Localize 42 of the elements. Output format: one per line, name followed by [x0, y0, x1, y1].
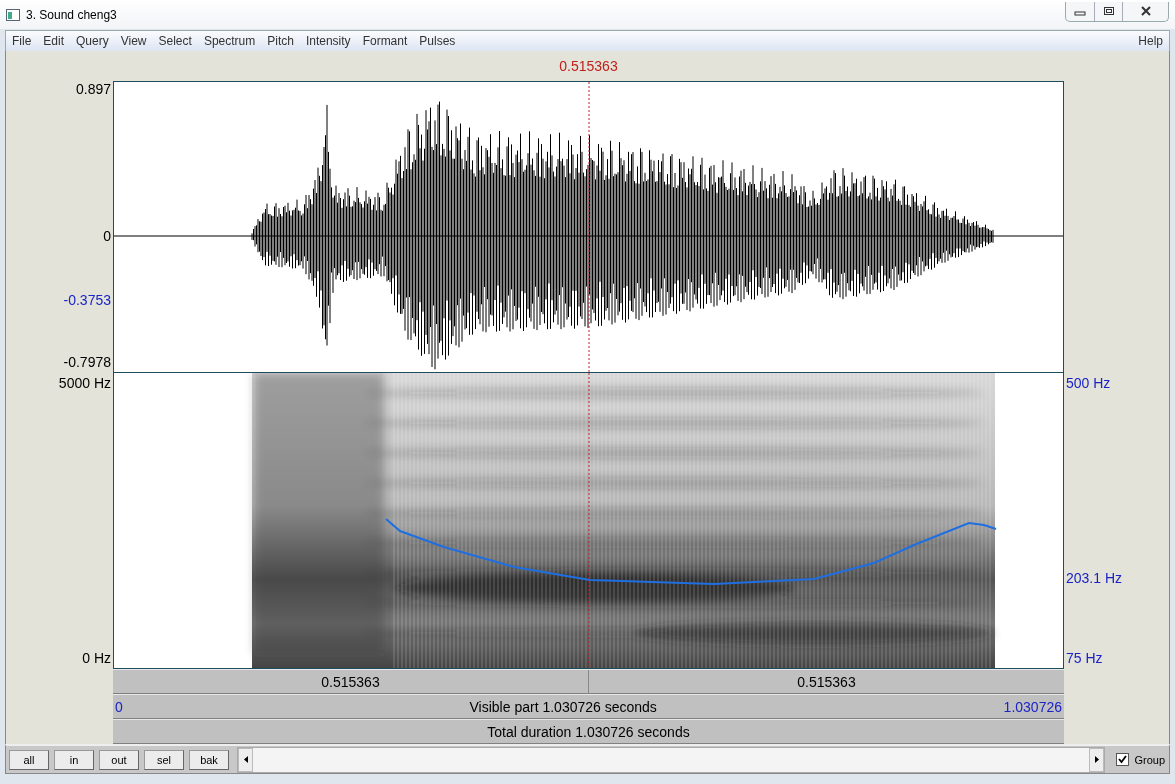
pitch-label: 75 Hz [1066, 650, 1103, 666]
help-menu[interactable]: Help [1132, 34, 1169, 48]
menu-item[interactable]: Query [70, 34, 115, 48]
menu-item[interactable]: Pitch [261, 34, 300, 48]
amplitude-label: -0.7978 [63, 354, 111, 370]
frequency-label: 0 Hz [82, 650, 111, 666]
scrollbar[interactable] [237, 746, 1106, 773]
window-title: 3. Sound cheng3 [26, 7, 118, 22]
menu-item[interactable]: Select [152, 34, 198, 48]
right-arrow-icon [1094, 756, 1099, 763]
visible-part[interactable]: Visible part 1.030726 seconds [124, 698, 1002, 715]
time-segment[interactable]: 0.515363 [321, 673, 380, 690]
menu-item[interactable]: Spectrum [197, 34, 262, 48]
cursor-time: 0.515363 [559, 58, 618, 74]
menu-item[interactable]: View [114, 34, 153, 48]
zoom-button[interactable]: sel [144, 749, 184, 770]
zoom-button[interactable]: in [54, 749, 94, 770]
frequency-label: 5000 Hz [58, 375, 111, 391]
checkbox-label: Group [1134, 753, 1165, 766]
group-checkbox[interactable] [1116, 753, 1130, 766]
left-arrow-icon [243, 756, 248, 763]
zoom-button[interactable]: bak [189, 749, 229, 770]
visible-start: 0 [114, 698, 124, 715]
app-icon [6, 8, 20, 21]
time-segment[interactable]: 0.515363 [797, 673, 856, 690]
menu-item[interactable]: Pulses [413, 34, 462, 48]
menu-item[interactable]: Edit [37, 34, 71, 48]
zoom-button[interactable]: all [9, 749, 49, 770]
cursor-amplitude: -0.3753 [63, 292, 111, 308]
scroll-right-button[interactable] [1089, 747, 1105, 772]
visible-end: 1.030726 [1002, 698, 1063, 715]
close-icon [1139, 6, 1152, 16]
menu-item[interactable]: Formant [356, 34, 414, 48]
menu-item[interactable]: File [6, 34, 38, 48]
zoom-button[interactable]: out [99, 749, 139, 770]
menu-item[interactable]: Intensity [299, 34, 357, 48]
scroll-left-button[interactable] [238, 747, 253, 772]
cursor-pitch: 203.1 Hz [1066, 570, 1123, 586]
maximize-icon [1102, 6, 1115, 16]
amplitude-label: 0.897 [75, 81, 111, 97]
pitch-label: 500 Hz [1066, 375, 1111, 391]
amplitude-label: 0 [103, 228, 111, 244]
